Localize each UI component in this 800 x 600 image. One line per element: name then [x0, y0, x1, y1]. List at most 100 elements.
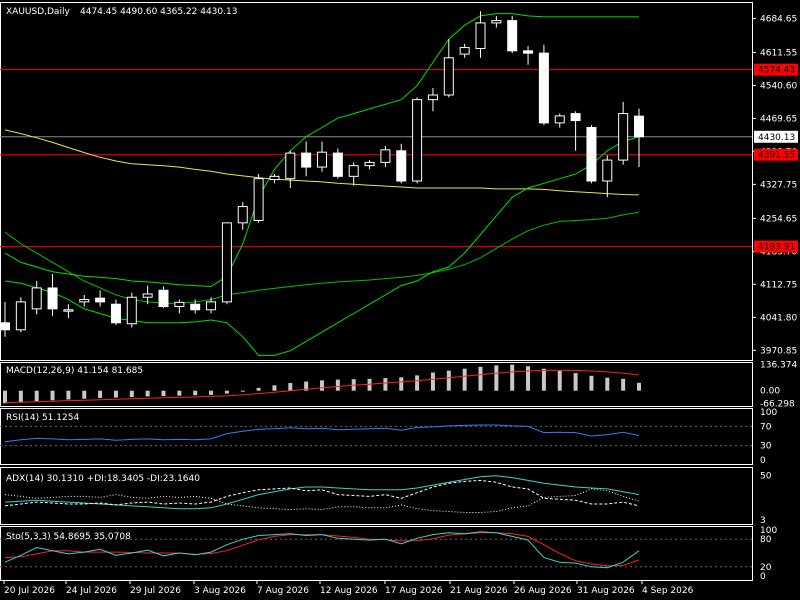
candle-body-bear — [190, 303, 201, 311]
adx-tick-label: 50 — [760, 472, 772, 482]
price-tick-label: 4540.60 — [760, 81, 797, 91]
macd-bar — [288, 383, 293, 391]
date-tick-label: 31 Aug 2026 — [577, 586, 635, 596]
macd-bar — [399, 377, 404, 391]
candle-body-bull — [126, 296, 137, 325]
candle-body-bull — [554, 115, 565, 124]
macd-bar — [478, 366, 483, 391]
candle-body-bear — [523, 50, 534, 54]
macd-bar — [193, 390, 198, 396]
candle[interactable] — [253, 174, 264, 223]
trading-chart[interactable]: 4684.654611.554540.604469.654398.704327.… — [0, 0, 800, 600]
macd-bar — [113, 390, 118, 398]
rsi-tick-label: 100 — [760, 408, 777, 418]
price-tick-label: 3970.85 — [760, 346, 797, 356]
date-tick-label: 24 Jul 2026 — [66, 586, 117, 596]
candle-body-bull — [142, 293, 153, 298]
date-tick-label: 26 Aug 2026 — [514, 586, 572, 596]
candle[interactable] — [15, 297, 26, 333]
date-tick-label: 29 Jul 2026 — [130, 586, 181, 596]
stochastic-tick-label: 80 — [760, 535, 772, 545]
macd-bar — [98, 390, 103, 398]
macd-bar — [541, 368, 546, 391]
candle-body-bull — [206, 301, 217, 311]
symbol-label: XAUUSD,Daily — [6, 7, 70, 17]
candle-body-bull — [459, 47, 470, 55]
macd-tick-label: 0.00 — [760, 387, 780, 397]
candle-body-bull — [221, 222, 232, 303]
price-tick-label: 4684.65 — [760, 14, 797, 24]
macd-bar — [637, 382, 641, 391]
candle[interactable] — [126, 292, 137, 328]
candle-body-bull — [285, 152, 296, 180]
macd-bar — [383, 378, 388, 391]
macd-bar — [446, 370, 451, 391]
level-badge-label: 4574.43 — [758, 66, 795, 76]
macd-bar — [621, 378, 626, 391]
macd-bar — [240, 390, 245, 392]
chart-background — [0, 0, 800, 600]
candle[interactable] — [221, 222, 232, 305]
price-tick-label: 4611.55 — [760, 48, 797, 58]
macd-bar — [82, 390, 87, 399]
rsi-tick-label: 0 — [760, 456, 766, 466]
macd-label: MACD(12,26,9) 41.154 81.685 — [6, 366, 143, 376]
adx-label: ADX(14) 30.1310 +DI:18.3405 -DI:23.1640 — [6, 474, 200, 484]
macd-bar — [272, 385, 277, 391]
candle-body-bull — [317, 151, 327, 168]
macd-bar — [557, 370, 562, 391]
ohlc-label: 4474.45 4490.60 4365.22 4430.13 — [80, 7, 237, 17]
candle-body-bear — [507, 20, 518, 52]
candle[interactable] — [538, 44, 549, 126]
candle-body-bull — [618, 113, 629, 161]
candle[interactable] — [412, 97, 423, 184]
level-badge-label: 4193.91 — [758, 243, 795, 253]
candle-body-bear — [110, 303, 121, 324]
date-tick-label: 4 Sep 2026 — [642, 586, 694, 596]
macd-bar — [605, 377, 610, 391]
price-tick-label: 4469.65 — [760, 114, 797, 124]
macd-bar — [177, 390, 182, 396]
macd-bar — [415, 375, 420, 391]
macd-bar — [145, 390, 150, 397]
candle[interactable] — [507, 15, 518, 54]
current-price-label: 4430.13 — [758, 133, 795, 143]
candle-body-bull — [491, 20, 502, 24]
candle-body-bull — [174, 301, 185, 308]
candle-body-bull — [380, 149, 391, 163]
macd-bar — [161, 390, 166, 397]
macd-bar — [573, 373, 578, 391]
macd-bar — [526, 366, 531, 391]
candle-body-bear — [570, 113, 581, 122]
candle-body-bull — [412, 99, 423, 182]
candle-body-bull — [15, 301, 26, 331]
level-badge-label: 4391.55 — [758, 151, 795, 161]
macd-bar — [209, 390, 214, 395]
price-tick-label: 4254.65 — [760, 214, 797, 224]
date-tick-label: 3 Aug 2026 — [194, 586, 246, 596]
macd-bar — [589, 375, 594, 391]
macd-bar — [129, 390, 134, 398]
macd-bar — [50, 390, 55, 401]
macd-bar — [66, 390, 71, 400]
candle-body-bear — [538, 52, 549, 124]
macd-bar — [224, 390, 229, 394]
macd-bar — [430, 372, 435, 391]
candle[interactable] — [332, 148, 343, 179]
candle-body-bull — [31, 287, 42, 310]
candle[interactable] — [586, 125, 597, 184]
price-tick-label: 4327.75 — [760, 180, 797, 190]
candle-body-bull — [79, 299, 90, 303]
candle-body-bull — [602, 159, 613, 182]
candle-body-bear — [634, 115, 644, 138]
macd-bar — [320, 380, 324, 391]
candle-body-bull — [364, 161, 375, 167]
candle-body-bear — [396, 150, 407, 182]
macd-bar — [335, 379, 340, 391]
candle-body-bear — [586, 127, 597, 182]
macd-tick-label: 136.374 — [760, 361, 797, 371]
macd-bar — [18, 390, 23, 403]
macd-bar — [462, 368, 467, 391]
rsi-tick-label: 30 — [760, 442, 772, 452]
candle-body-bull — [269, 175, 280, 181]
